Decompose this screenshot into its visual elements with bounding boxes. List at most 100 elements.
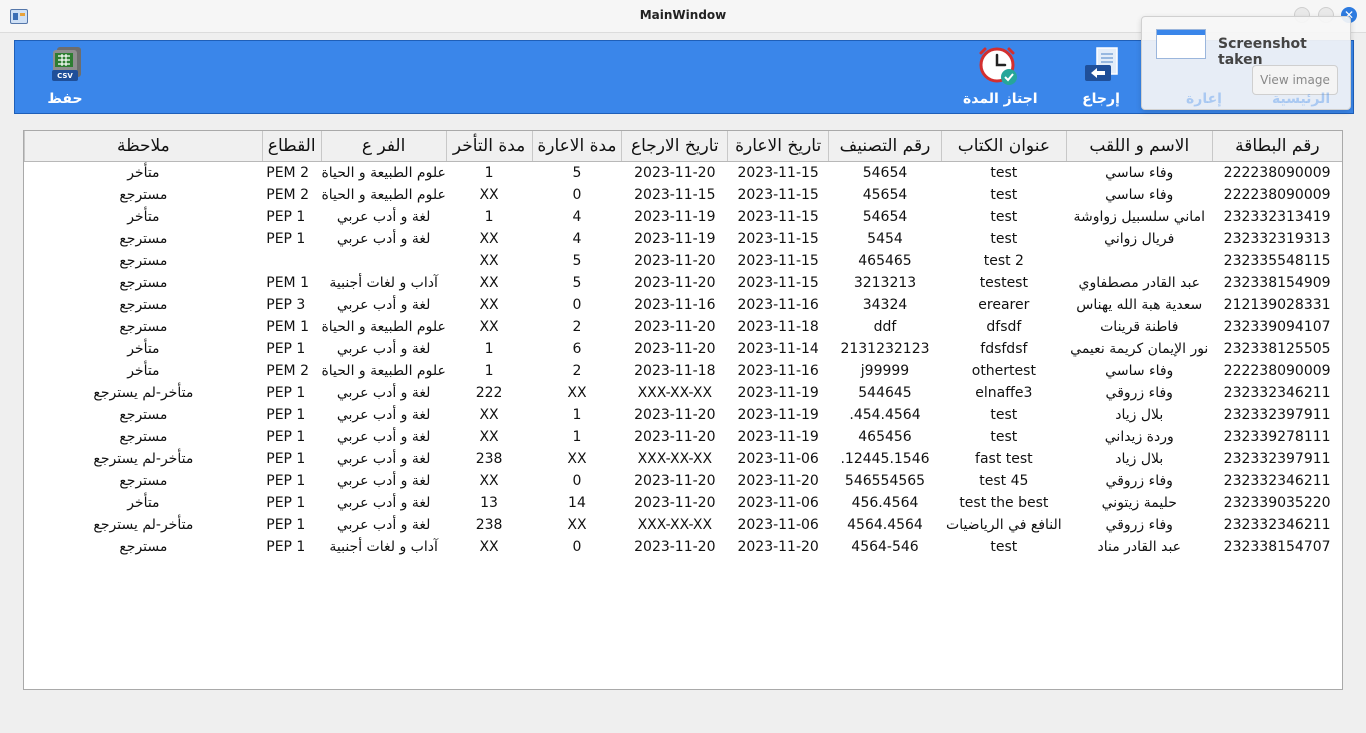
table-cell[interactable]: 2023-11-16	[728, 360, 829, 382]
table-cell[interactable]: XX	[446, 470, 532, 492]
table-row[interactable]: 232332319313 فريال زواني test 5454 2023-11-1…	[25, 228, 1343, 250]
table-cell[interactable]: 1	[532, 426, 622, 448]
table-cell[interactable]: test 2	[941, 250, 1066, 272]
table-cell[interactable]: وفاء زروقي	[1066, 470, 1212, 492]
column-header[interactable]: رقم التصنيف	[828, 131, 942, 162]
table-cell[interactable]: 238	[446, 448, 532, 470]
table-cell[interactable]: XXX-XX-XX	[622, 448, 728, 470]
table-cell[interactable]: النافع في الرياضيات	[941, 514, 1066, 536]
table-cell[interactable]: PEP 1	[262, 514, 321, 536]
table-row[interactable]: 232339035220 حليمة زيتوني test the best 456…	[25, 492, 1343, 514]
table-cell[interactable]: 3213213	[829, 272, 942, 294]
table-cell[interactable]: test	[941, 228, 1066, 250]
table-cell[interactable]: لغة و أدب عربي	[321, 294, 446, 316]
table-cell[interactable]: 13	[446, 492, 532, 514]
table-cell[interactable]: dfsdf	[941, 316, 1066, 338]
table-cell[interactable]: test	[941, 404, 1066, 426]
table-cell[interactable]: XX	[446, 426, 532, 448]
table-cell[interactable]: علوم الطبيعة و الحياة	[321, 316, 446, 338]
table-cell[interactable]: PEP 3	[262, 294, 321, 316]
table-cell[interactable]: اماني سلسبيل زواوشة	[1066, 206, 1212, 228]
table-cell[interactable]: 2023-11-15	[728, 272, 829, 294]
table-row[interactable]: 232338154707 عبد القادر مناد test 4564-546 2…	[25, 536, 1343, 558]
table-cell[interactable]: 1	[446, 206, 532, 228]
table-cell[interactable]: fdsfdsf	[941, 338, 1066, 360]
table-cell[interactable]: متأخر	[25, 492, 263, 514]
table-cell[interactable]: نور الإيمان كريمة نعيمي	[1066, 338, 1212, 360]
table-cell[interactable]: 2023-11-15	[728, 228, 829, 250]
table-cell[interactable]: 232332397911	[1212, 404, 1342, 426]
table-cell[interactable]: j99999	[829, 360, 942, 382]
table-row[interactable]: 222238090009 وفاء ساسي test 54654 2023-11-15…	[25, 162, 1343, 185]
table-cell[interactable]: مسترجع	[25, 272, 263, 294]
table-cell[interactable]: 2023-11-06	[728, 514, 829, 536]
table-cell[interactable]: PEP 1	[262, 470, 321, 492]
column-header[interactable]: ملاحظة	[24, 131, 263, 162]
table-cell[interactable]: PEP 1	[262, 536, 321, 558]
table-cell[interactable]: سعدية هبة الله يهناس	[1066, 294, 1212, 316]
table-cell[interactable]: 2023-11-15	[728, 162, 829, 185]
table-cell[interactable]: PEM 2	[262, 360, 321, 382]
table-cell[interactable]: 212139028331	[1212, 294, 1342, 316]
table-cell[interactable]: XX	[446, 184, 532, 206]
table-cell[interactable]: مسترجع	[25, 536, 263, 558]
table-cell[interactable]: 2023-11-15	[728, 184, 829, 206]
table-cell[interactable]: 2023-11-15	[728, 206, 829, 228]
table-cell[interactable]: PEP 1	[262, 448, 321, 470]
table-cell[interactable]: XX	[446, 404, 532, 426]
table-cell[interactable]: 222238090009	[1212, 162, 1342, 185]
table-cell[interactable]: 2023-11-15	[728, 250, 829, 272]
table-cell[interactable]: XX	[446, 228, 532, 250]
table-cell[interactable]: مسترجع	[25, 184, 263, 206]
table-cell[interactable]: وفاء ساسي	[1066, 360, 1212, 382]
table-cell[interactable]: 5	[532, 250, 622, 272]
table-cell[interactable]: مسترجع	[25, 316, 263, 338]
table-cell[interactable]	[321, 250, 446, 272]
table-cell[interactable]: 12445.1546.	[829, 448, 942, 470]
table-cell[interactable]: 5	[532, 272, 622, 294]
table-row[interactable]: 232332346211 وفاء زروقي النافع في الرياضيا…	[25, 514, 1343, 536]
table-row[interactable]: 232332346211 وفاء زروقي elnaffe3 544645 2023…	[25, 382, 1343, 404]
table-cell[interactable]: PEM 1	[262, 272, 321, 294]
table-cell[interactable]: بلال زياد	[1066, 404, 1212, 426]
table-cell[interactable]: XX	[532, 448, 622, 470]
table-cell[interactable]	[262, 250, 321, 272]
table-cell[interactable]: 456.4564	[829, 492, 942, 514]
table-cell[interactable]: 1	[446, 162, 532, 185]
table-cell[interactable]: وفاء زروقي	[1066, 382, 1212, 404]
table-cell[interactable]: 2131232123	[829, 338, 942, 360]
table-row[interactable]: 232338154909 عبد القادر مصطفاوي testest 321…	[25, 272, 1343, 294]
column-header[interactable]: عنوان الكتاب	[940, 131, 1067, 162]
table-cell[interactable]: PEM 2	[262, 184, 321, 206]
table-cell[interactable]: PEP 1	[262, 206, 321, 228]
save-csv-button[interactable]: CSV حفظ	[37, 41, 93, 113]
table-cell[interactable]: 2023-11-18	[622, 360, 728, 382]
table-cell[interactable]: لغة و أدب عربي	[321, 338, 446, 360]
loans-table[interactable]: رقم البطاقة الاسم و اللقب عنوان الكتاب رقم …	[23, 130, 1343, 690]
table-cell[interactable]: 4564-546	[829, 536, 942, 558]
table-cell[interactable]: PEM 1	[262, 316, 321, 338]
table-cell[interactable]: علوم الطبيعة و الحياة	[321, 184, 446, 206]
table-cell[interactable]: متأخر-لم يسترجع	[25, 514, 263, 536]
table-cell[interactable]: مسترجع	[25, 470, 263, 492]
table-cell[interactable]: 465456	[829, 426, 942, 448]
table-cell[interactable]: 465465	[829, 250, 942, 272]
table-cell[interactable]: 4564.4564	[829, 514, 942, 536]
table-row[interactable]: 232332346211 وفاء زروقي test 45 546554565 20…	[25, 470, 1343, 492]
table-cell[interactable]: 2023-11-20	[622, 338, 728, 360]
table-cell[interactable]: 232338154909	[1212, 272, 1342, 294]
table-cell[interactable]: 2023-11-19	[728, 404, 829, 426]
table-cell[interactable]: test	[941, 206, 1066, 228]
table-cell[interactable]: 232339094107	[1212, 316, 1342, 338]
column-header[interactable]: مدة التأخر	[445, 131, 532, 162]
table-cell[interactable]: 454.4564.	[829, 404, 942, 426]
table-cell[interactable]: لغة و أدب عربي	[321, 206, 446, 228]
table-cell[interactable]: بلال زياد	[1066, 448, 1212, 470]
table-cell[interactable]: 54654	[829, 206, 942, 228]
table-cell[interactable]: fast test	[941, 448, 1066, 470]
table-cell[interactable]: متأخر-لم يسترجع	[25, 382, 263, 404]
table-cell[interactable]: 5454	[829, 228, 942, 250]
table-cell[interactable]: 232332397911	[1212, 448, 1342, 470]
table-cell[interactable]: 4	[532, 206, 622, 228]
column-header[interactable]: تاريخ الارجاع	[621, 131, 728, 162]
